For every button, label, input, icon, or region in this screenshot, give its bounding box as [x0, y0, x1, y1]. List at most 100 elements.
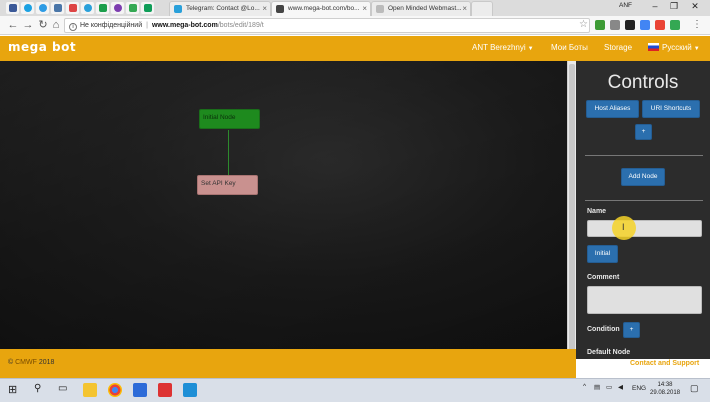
tab-title: Open Minded Webmast... [388, 5, 462, 12]
text-cursor-icon: I [622, 222, 625, 232]
back-icon[interactable]: ← [6, 18, 20, 32]
copyright-symbol: © [8, 359, 14, 366]
condition-label: Condition [587, 326, 620, 333]
default-node-label: Default Node [587, 349, 631, 356]
node-initial[interactable]: Initial Node [199, 109, 260, 129]
info-icon[interactable]: i [69, 23, 77, 31]
tab-title: Telegram: Contact @Lo... [186, 5, 260, 12]
site-footer: © CMWF 2018 [0, 349, 576, 378]
app-icon[interactable] [183, 383, 197, 397]
messenger-pinned-tab[interactable] [36, 2, 49, 14]
tab-open-minded[interactable]: Open Minded Webmast... × [371, 1, 471, 16]
site-logo[interactable]: mega bot [8, 40, 76, 54]
add-node-button[interactable]: Add Node [621, 168, 665, 186]
canvas-scrollbar[interactable] [567, 61, 576, 359]
new-tab-button[interactable] [471, 1, 493, 16]
language-menu[interactable]: Русский ▼ [648, 43, 700, 52]
scrollbar-thumb[interactable] [569, 64, 575, 352]
extension-icon[interactable] [670, 20, 680, 30]
telegram-pinned-tab[interactable] [81, 2, 94, 14]
chrome-icon[interactable] [108, 383, 122, 397]
close-tab-icon[interactable]: × [462, 2, 467, 15]
url-path: /bots/edit/189/t [217, 22, 264, 29]
drive-pinned-tab[interactable] [96, 2, 109, 14]
network-icon[interactable]: ▤ [594, 383, 600, 391]
task-view-icon[interactable]: ▭ [58, 383, 67, 394]
home-icon[interactable]: ⌂ [49, 18, 63, 32]
initial-button[interactable]: Initial [587, 245, 618, 263]
calendar-pinned-tab[interactable] [66, 2, 79, 14]
copyright-year: 2018 [38, 359, 55, 366]
nav-storage[interactable]: Storage [604, 43, 632, 52]
windows-taskbar: ⊞ ⚲ ▭ ^ ▤ ▭ ◀ ENG 14:38 29.08.2018 ▢ [0, 378, 710, 402]
user-menu-label: ANT Berezhnyi [472, 43, 526, 52]
comment-label: Comment [587, 274, 620, 281]
profile-name[interactable]: ANF [619, 2, 632, 9]
divider [585, 155, 703, 156]
graph-canvas[interactable]: Initial Node Set API Key [0, 61, 568, 349]
clock-time: 14:38 [657, 382, 673, 388]
language-label: Русский [662, 43, 692, 52]
name-input[interactable] [587, 220, 702, 237]
volume-icon[interactable]: ◀ [618, 383, 623, 391]
taskbar-clock[interactable]: 14:38 29.08.2018 [650, 381, 680, 397]
caret-down-icon: ▼ [693, 46, 700, 52]
name-label: Name [587, 208, 607, 215]
host-aliases-button[interactable]: Host Aliases [586, 100, 639, 118]
search-icon[interactable]: ⚲ [34, 383, 41, 394]
app-icon[interactable] [158, 383, 172, 397]
page-icon [276, 5, 284, 13]
extension-icon[interactable] [625, 20, 635, 30]
tab-title: www.mega-bot.com/bo... [288, 5, 360, 12]
file-explorer-icon[interactable] [83, 383, 97, 397]
forward-icon[interactable]: → [21, 18, 35, 32]
minimize-icon[interactable]: – [646, 0, 664, 14]
user-menu[interactable]: ANT Berezhnyi ▼ [472, 43, 534, 52]
extension-icon[interactable] [640, 20, 650, 30]
add-alias-button[interactable]: + [635, 124, 652, 140]
caret-down-icon: ▼ [527, 46, 534, 52]
viber-pinned-tab[interactable] [111, 2, 124, 14]
tab-telegram[interactable]: Telegram: Contact @Lo... × [169, 1, 271, 16]
tab-mega-bot[interactable]: www.mega-bot.com/bo... × [271, 1, 371, 16]
close-tab-icon[interactable]: × [362, 2, 367, 15]
close-window-icon[interactable]: ✕ [686, 0, 704, 14]
document-icon [376, 5, 384, 13]
extension-icon[interactable] [595, 20, 605, 30]
close-tab-icon[interactable]: × [262, 2, 267, 15]
company-link[interactable]: CMWF [15, 359, 37, 366]
node-set-api-key[interactable]: Set API Key [197, 175, 258, 195]
add-condition-button[interactable]: + [623, 322, 640, 338]
extension-icon[interactable] [655, 20, 665, 30]
url-shortcuts-button[interactable]: URI Shortcuts [642, 100, 700, 118]
contact-support-link[interactable]: Contact and Support [630, 360, 699, 367]
windows-start-icon[interactable]: ⊞ [8, 383, 17, 396]
reload-icon[interactable]: ↻ [36, 18, 50, 32]
language-indicator[interactable]: ENG [632, 385, 646, 392]
bookmark-star-icon[interactable]: ☆ [579, 19, 588, 30]
node-connection-edge [228, 130, 229, 175]
tray-chevron-icon[interactable]: ^ [583, 383, 586, 390]
address-bar[interactable]: i Не конфіденційний | www.mega-bot.com/bots… [64, 18, 590, 33]
node-label: Initial Node [203, 114, 236, 121]
app-icon[interactable] [133, 383, 147, 397]
battery-icon[interactable]: ▭ [606, 383, 612, 391]
maximize-icon[interactable]: ❐ [665, 0, 683, 14]
maps-pinned-tab[interactable] [126, 2, 139, 14]
menu-icon[interactable]: ⋮ [690, 18, 704, 32]
security-label: Не конфіденційний [80, 22, 143, 29]
notifications-icon[interactable]: ▢ [690, 383, 699, 394]
copyright-text: © CMWF 2018 [8, 359, 54, 366]
controls-panel: Controls Host Aliases URI Shortcuts + Ad… [576, 61, 710, 359]
nav-my-bots[interactable]: Мои Боты [551, 43, 588, 52]
clock-date: 29.08.2018 [650, 390, 681, 396]
extension-icon[interactable] [610, 20, 620, 30]
telegram-icon [174, 5, 182, 13]
canvas-shading [0, 61, 568, 349]
vk-pinned-tab[interactable] [51, 2, 64, 14]
controls-title: Controls [607, 72, 679, 93]
sheets-pinned-tab[interactable] [141, 2, 154, 14]
skype-pinned-tab[interactable] [21, 2, 34, 14]
facebook-pinned-tab[interactable] [6, 2, 19, 14]
comment-textarea[interactable] [587, 286, 702, 314]
